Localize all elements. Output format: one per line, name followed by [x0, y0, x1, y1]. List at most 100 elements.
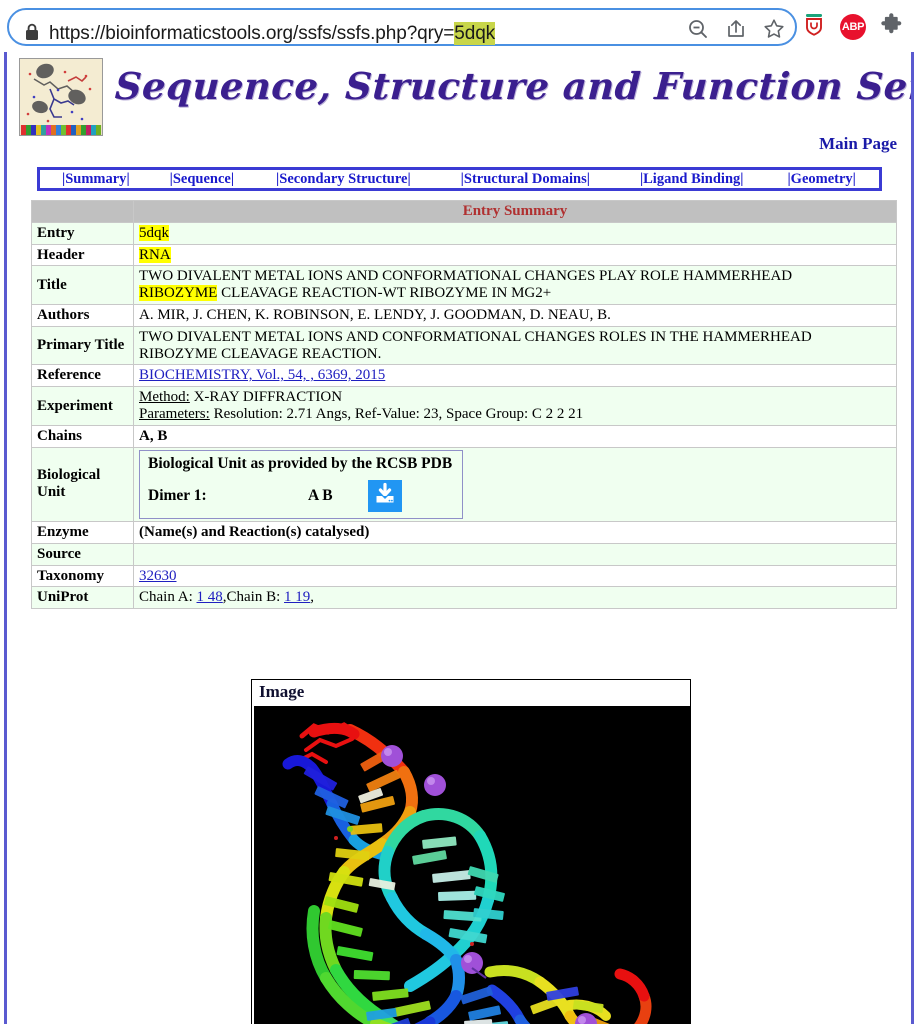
nav-pipe: |	[230, 170, 235, 187]
table-row-taxonomy: Taxonomy 32630	[31, 564, 897, 588]
entry-summary-heading: Entry Summary	[133, 200, 897, 223]
taxonomy-link[interactable]: 32630	[139, 568, 177, 584]
row-label-header: Header	[31, 243, 134, 267]
row-value-title: TWO DIVALENT METAL IONS AND CONFORMATION…	[133, 265, 897, 305]
row-label-authors: Authors	[31, 303, 134, 327]
experiment-method-label: Method:	[139, 389, 190, 406]
adblock-plus-extension-icon[interactable]: ABP	[840, 14, 866, 40]
share-icon[interactable]	[725, 18, 747, 40]
row-label-title: Title	[31, 265, 134, 305]
browser-toolbar: https://bioinformaticstools.org/ssfs/ssf…	[0, 0, 918, 52]
title-highlight-word: RIBOZYME	[139, 285, 218, 302]
entry-id-highlighted: 5dqk	[139, 224, 169, 241]
row-value-experiment: Method: X-RAY DIFFRACTION Parameters: Res…	[133, 386, 897, 426]
star-bookmark-icon[interactable]	[763, 18, 785, 40]
download-button[interactable]	[368, 479, 402, 512]
uniprot-suffix: ,	[310, 589, 315, 606]
table-row-experiment: Experiment Method: X-RAY DIFFRACTION Para…	[31, 386, 897, 426]
row-label-enzyme: Enzyme	[31, 520, 134, 544]
row-value-uniprot: Chain A: 1 48,Chain B: 1 19,	[133, 586, 897, 610]
table-row-source: Source	[31, 542, 897, 566]
uniprot-chain-b-link[interactable]: 1 19	[284, 589, 310, 605]
site-logo	[19, 58, 103, 136]
row-label-experiment: Experiment	[31, 386, 134, 426]
row-label-uniprot: UniProt	[31, 586, 134, 610]
table-row-primary-title: Primary Title TWO DIVALENT METAL IONS AN…	[31, 325, 897, 366]
download-icon	[373, 482, 397, 509]
omnibox-icon-group	[687, 10, 785, 48]
dimer-chains: A B	[308, 487, 333, 505]
url-selected-query: 5dqk	[454, 22, 496, 45]
url-prefix: https://bioinformaticstools.org/ssfs/ssf…	[49, 23, 455, 44]
table-row-uniprot: UniProt Chain A: 1 48,Chain B: 1 19,	[31, 586, 897, 610]
nav-item-sequence[interactable]: Sequence	[173, 171, 231, 188]
nav-item-secondary-structure[interactable]: Secondary Structure	[279, 171, 407, 188]
row-label-primary-title: Primary Title	[31, 325, 134, 366]
row-value-entry: 5dqk	[133, 221, 897, 245]
experiment-method-value: X-RAY DIFFRACTION	[189, 389, 343, 406]
row-value-biological-unit: Biological Unit as provided by the RCSB …	[133, 446, 897, 522]
row-label-chains: Chains	[31, 424, 134, 448]
table-row-reference: Reference BIOCHEMISTRY, Vol., 54, , 6369…	[31, 364, 897, 388]
uniprot-chain-a-link[interactable]: 1 48	[197, 589, 223, 605]
experiment-params-label: Parameters:	[139, 405, 210, 422]
nav-pipe: |	[740, 170, 744, 187]
image-panel: Image	[251, 679, 691, 1024]
nav-item-ligand-binding[interactable]: Ligand Binding	[643, 171, 740, 188]
entry-summary-table: Entry Summary Entry 5dqk Header RNA Titl…	[31, 200, 897, 610]
table-row-chains: Chains A, B	[31, 424, 897, 448]
table-row-header: Header RNA	[31, 243, 897, 267]
row-label-biological-unit: Biological Unit	[31, 446, 134, 522]
nav-item-geometry[interactable]: Geometry	[791, 171, 853, 188]
nav-pipe: |	[586, 170, 590, 187]
nav-pipe: |	[852, 170, 856, 187]
row-label-source: Source	[31, 542, 134, 566]
uniprot-chain-b-prefix: ,Chain B:	[222, 589, 285, 606]
lock-icon	[25, 23, 39, 41]
title-line2-rest: CLEAVAGE REACTION-WT RIBOZYME IN MG2+	[217, 285, 552, 302]
row-label-taxonomy: Taxonomy	[31, 564, 134, 588]
image-caption: Image	[259, 682, 305, 701]
row-value-primary-title: TWO DIVALENT METAL IONS AND CONFORMATION…	[133, 325, 897, 366]
experiment-params-value: Resolution: 2.71 Angs, Ref-Value: 23, Sp…	[209, 405, 584, 422]
header-value-highlighted: RNA	[139, 246, 171, 263]
uniprot-chain-a-prefix: Chain A:	[139, 589, 197, 606]
biological-unit-dimer-row: Dimer 1: A B	[148, 479, 454, 512]
zoom-out-icon[interactable]	[687, 18, 709, 40]
page-content: Sequence, Structure and Function Server …	[4, 52, 914, 1024]
address-bar[interactable]: https://bioinformaticstools.org/ssfs/ssf…	[7, 8, 797, 46]
primary-nav: | Summary | | Sequence | | Secondary Str…	[37, 167, 882, 191]
row-value-source	[133, 542, 897, 566]
row-value-header: RNA	[133, 243, 897, 267]
molecular-structure-image	[254, 706, 690, 1024]
nav-item-structural-domains[interactable]: Structural Domains	[464, 171, 587, 188]
puzzle-extensions-icon[interactable]	[880, 12, 904, 42]
table-header-row: Entry Summary	[31, 200, 897, 223]
table-row-authors: Authors A. MIR, J. CHEN, K. ROBINSON, E.…	[31, 303, 897, 327]
table-row-entry: Entry 5dqk	[31, 221, 897, 245]
row-value-chains: A, B	[133, 424, 897, 448]
table-row-biological-unit: Biological Unit Biological Unit as provid…	[31, 446, 897, 522]
screenshot-root: https://bioinformaticstools.org/ssfs/ssf…	[0, 0, 918, 1024]
biological-unit-label-line2: Unit	[37, 484, 66, 501]
biological-unit-label-line1: Biological	[37, 467, 101, 484]
site-masthead: Sequence, Structure and Function Server …	[7, 52, 914, 153]
main-page-link[interactable]: Main Page	[819, 134, 897, 154]
title-line1: TWO DIVALENT METAL IONS AND CONFORMATION…	[139, 268, 793, 285]
molecule-viewer[interactable]	[254, 706, 690, 1024]
row-value-reference: BIOCHEMISTRY, Vol., 54, , 6369, 2015	[133, 364, 897, 388]
biological-unit-box: Biological Unit as provided by the RCSB …	[139, 449, 463, 519]
extension-icon-group: ABP	[802, 8, 904, 46]
nav-pipe: |	[126, 170, 130, 187]
table-row-enzyme: Enzyme (Name(s) and Reaction(s) catalyse…	[31, 520, 897, 544]
nav-item-summary[interactable]: Summary	[65, 171, 126, 188]
row-label-entry: Entry	[31, 221, 134, 245]
reference-link[interactable]: BIOCHEMISTRY, Vol., 54, , 6369, 2015	[139, 367, 385, 383]
table-row-title: Title TWO DIVALENT METAL IONS AND CONFOR…	[31, 265, 897, 305]
shield-extension-icon[interactable]	[802, 12, 826, 43]
row-value-taxonomy: 32630	[133, 564, 897, 588]
header-spacer-cell	[31, 200, 134, 223]
row-value-authors: A. MIR, J. CHEN, K. ROBINSON, E. LENDY, …	[133, 303, 897, 327]
nav-pipe: |	[407, 170, 411, 187]
page-title: Sequence, Structure and Function Server	[113, 64, 914, 108]
